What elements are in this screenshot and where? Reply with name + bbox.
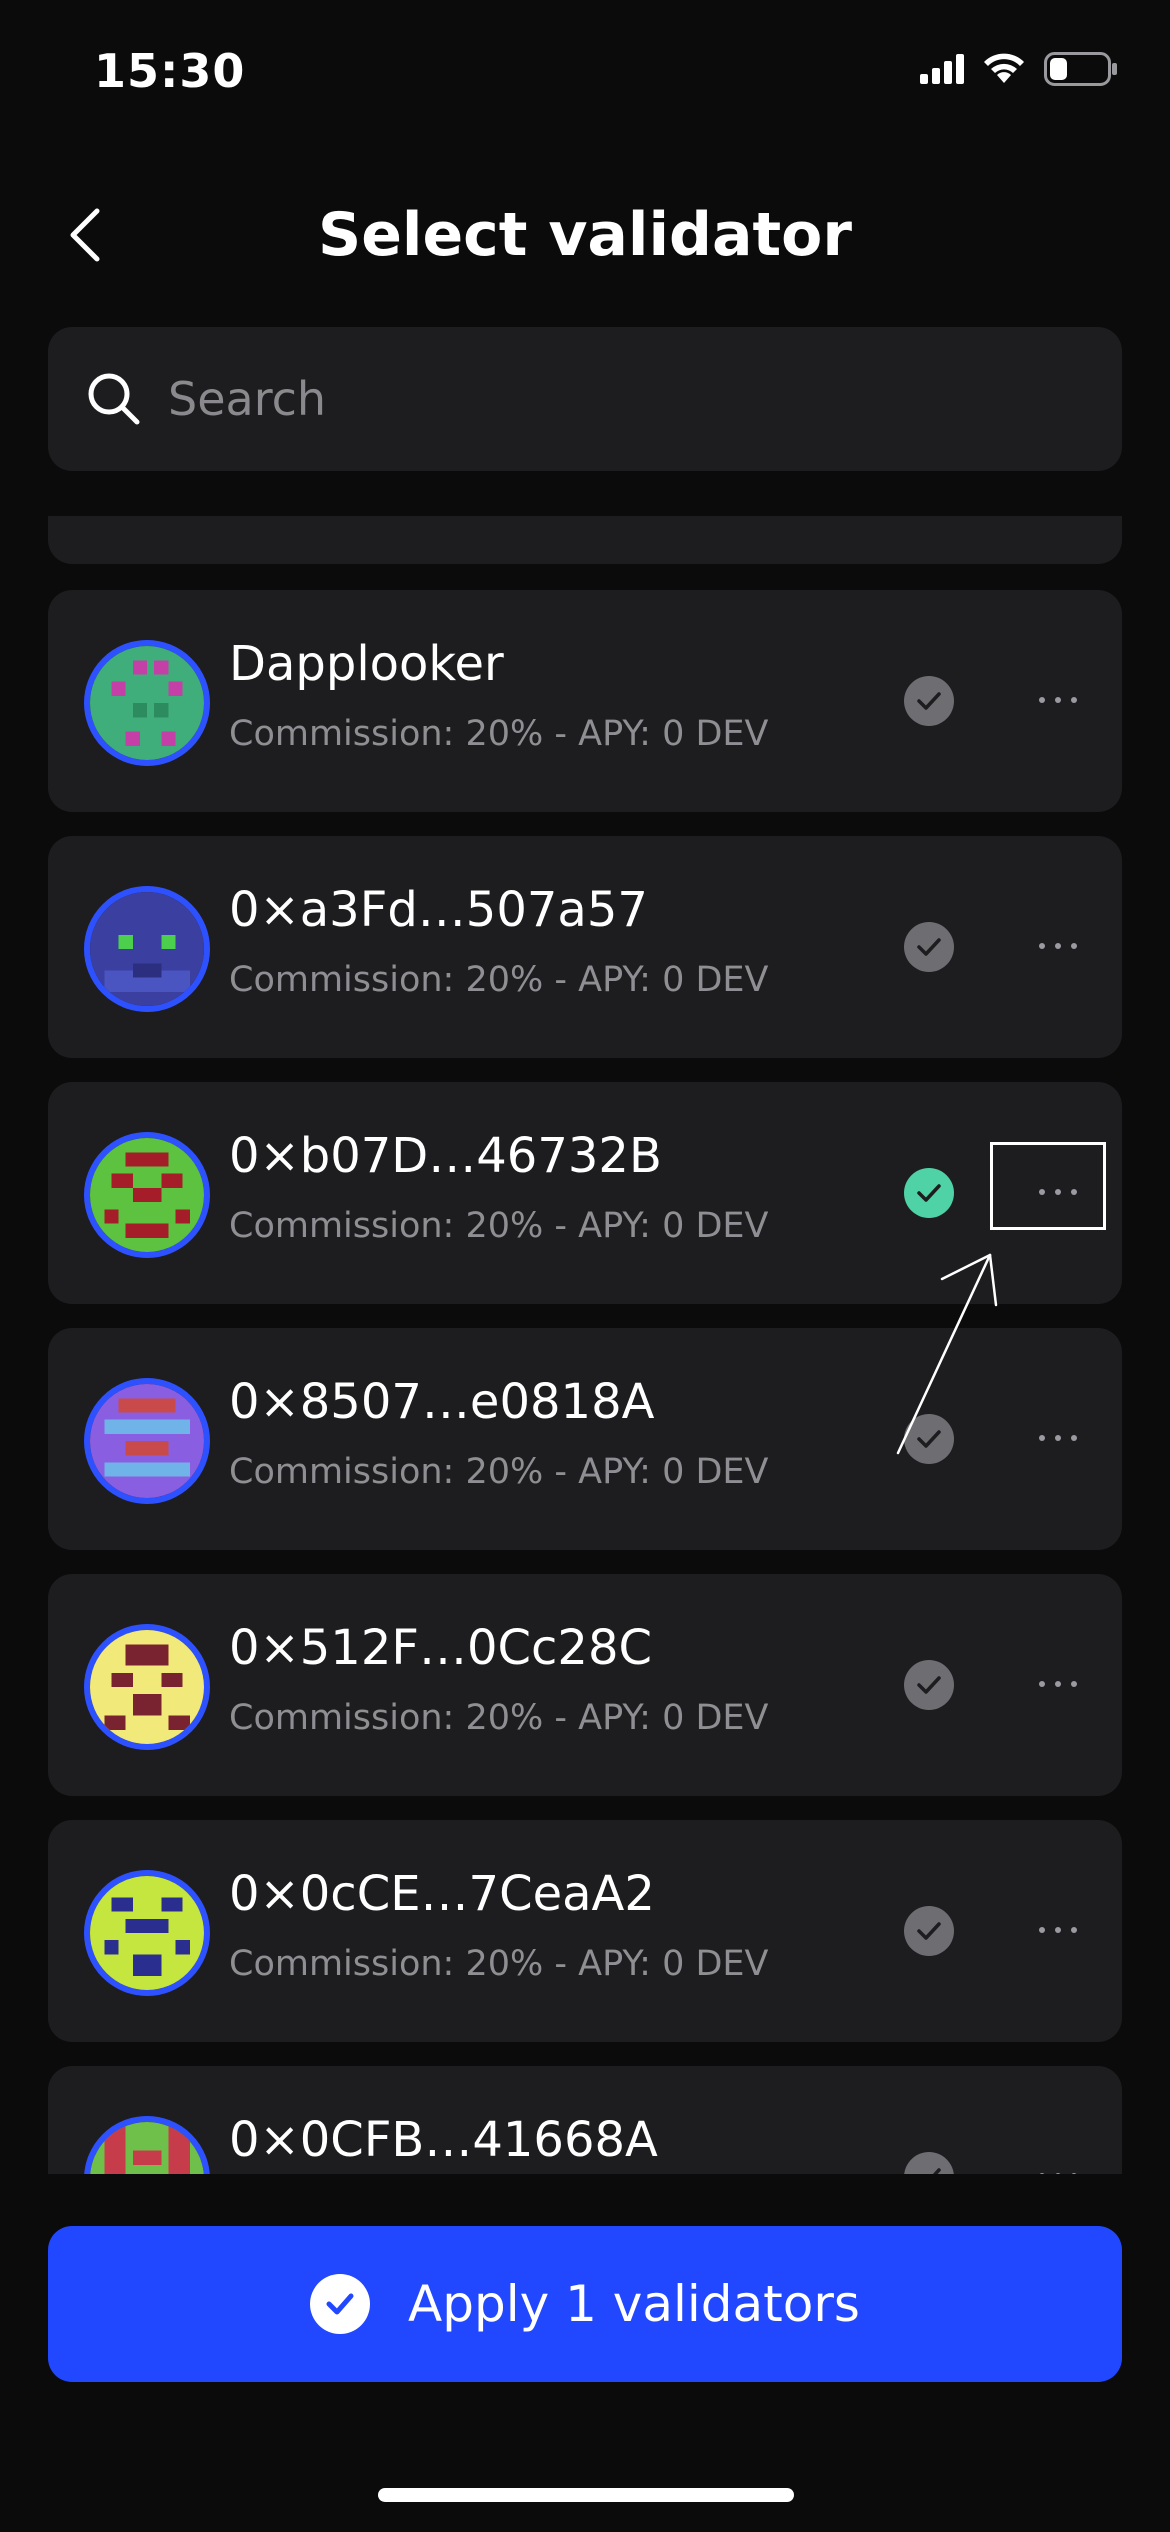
ellipsis-icon [1039,2173,1045,2174]
more-options-button[interactable] [1008,2146,1108,2174]
validator-card[interactable]: Dapplooker Commission: 20% - APY: 0 DEV [48,590,1122,812]
validator-meta: Commission: 20% - APY: 0 DEV [229,1698,769,1738]
validator-card[interactable]: 0×0CFB…41668A [48,2066,1122,2174]
apply-button-label: Apply 1 validators [408,2275,860,2333]
validator-card[interactable]: 0×8507…e0818A Commission: 20% - APY: 0 D… [48,1328,1122,1550]
check-circle-icon[interactable] [904,676,954,726]
validator-name: 0×8507…e0818A [229,1374,655,1430]
validator-card[interactable]: 0×512F…0Cc28C Commission: 20% - APY: 0 D… [48,1574,1122,1796]
check-circle-icon [310,2274,371,2334]
search-input[interactable] [166,371,1050,427]
validator-card[interactable]: 0×a3Fd…507a57 Commission: 20% - APY: 0 D… [48,836,1122,1058]
ellipsis-icon [1039,697,1045,703]
ellipsis-icon [1039,1435,1045,1441]
wifi-icon [984,53,1024,83]
validator-card-selected[interactable]: 0×b07D…46732B Commission: 20% - APY: 0 D… [48,1082,1122,1304]
validator-name: 0×a3Fd…507a57 [229,882,648,938]
page-title: Select validator [318,200,852,270]
header: Select validator [0,170,1170,300]
status-bar: 15:30 [0,0,1170,150]
avatar [84,2116,210,2174]
avatar [84,886,210,1012]
more-options-button[interactable] [1008,1408,1108,1468]
check-circle-icon[interactable] [904,922,954,972]
home-indicator [378,2488,794,2502]
validator-meta: Commission: 20% - APY: 0 DEV [229,1206,769,1246]
more-options-button[interactable] [1008,1654,1108,1714]
cellular-signal-icon [920,54,964,84]
validator-meta: Commission: 20% - APY: 0 DEV [229,1452,769,1492]
apply-validators-button[interactable]: Apply 1 validators [48,2226,1122,2382]
validator-meta: Commission: 20% - APY: 0 DEV [229,714,769,754]
validator-card-partial[interactable] [48,516,1122,564]
validator-meta: Commission: 20% - APY: 0 DEV [229,1944,769,1984]
avatar [84,1378,210,1504]
search-bar[interactable] [48,327,1122,471]
more-options-button[interactable] [1008,670,1108,730]
avatar [84,1132,210,1258]
ellipsis-icon [1039,943,1045,949]
check-circle-icon[interactable] [904,1906,954,1956]
more-options-button[interactable] [1008,916,1108,976]
validator-meta: Commission: 20% - APY: 0 DEV [229,960,769,1000]
validator-card[interactable]: 0×0cCE…7CeaA2 Commission: 20% - APY: 0 D… [48,1820,1122,2042]
battery-icon [1044,52,1117,86]
validator-name: Dapplooker [229,636,504,692]
avatar [84,640,210,766]
validator-list[interactable]: Dapplooker Commission: 20% - APY: 0 DEV … [0,516,1170,2174]
check-circle-icon[interactable] [904,1660,954,1710]
validator-name: 0×512F…0Cc28C [229,1620,653,1676]
avatar [84,1870,210,1996]
status-icons [920,52,1118,86]
annotation-highlight-box [990,1142,1106,1230]
ellipsis-icon [1039,1927,1045,1933]
check-circle-icon[interactable] [904,1168,954,1218]
ellipsis-icon [1039,1681,1045,1687]
validator-name: 0×0cCE…7CeaA2 [229,1866,655,1922]
validator-name: 0×0CFB…41668A [229,2112,658,2168]
check-circle-icon[interactable] [904,1414,954,1464]
status-time: 15:30 [94,44,246,98]
search-icon [88,373,140,425]
more-options-button[interactable] [1008,1900,1108,1960]
check-circle-icon[interactable] [904,2152,954,2174]
avatar [84,1624,210,1750]
validator-name: 0×b07D…46732B [229,1128,662,1184]
